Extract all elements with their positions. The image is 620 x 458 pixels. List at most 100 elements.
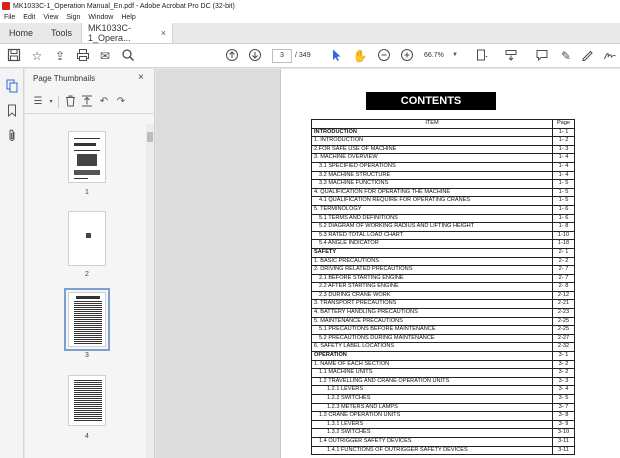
toc-item-page: 3- 2 — [552, 359, 575, 370]
panel-close-icon[interactable]: × — [138, 72, 144, 83]
toc-item-page: 2-32 — [552, 342, 575, 353]
toc-item-page: 3- 5 — [552, 394, 575, 404]
toc-item-title: 5.2 PRECAUTIONS DURING MAINTENANCE — [311, 333, 553, 344]
page-layout-icon[interactable] — [474, 48, 490, 64]
toc-item-page: 2-23 — [552, 308, 575, 318]
toc-item-page: 1-10 — [552, 230, 575, 241]
attachments-paperclip-icon[interactable] — [5, 129, 19, 143]
toolbar-divider — [58, 96, 59, 108]
tab-bar: Home Tools MK1033C-1_Opera... × — [0, 23, 620, 44]
toc-item-title: 3. MACHINE OVERVIEW — [311, 153, 553, 163]
toc-item-title: SAFETY — [311, 247, 553, 258]
rotate-counterclockwise-icon[interactable]: ↶ — [97, 95, 111, 109]
menu-sign[interactable]: Sign — [66, 14, 80, 21]
toc-item-title: INTRODUCTION — [311, 127, 553, 138]
tab-tools[interactable]: Tools — [42, 23, 81, 43]
zoom-dropdown-chevron-icon[interactable]: ▼ — [452, 52, 458, 58]
table-row: 1.2 TRAVELLING AND CRANE OPERATION UNITS… — [311, 376, 575, 387]
toc-item-title: 1.3 CRANE OPERATION UNITS — [311, 411, 553, 421]
table-row: 1.2.1 LEVERS 3- 4 — [311, 385, 575, 395]
page-number-input[interactable]: 3 — [272, 49, 292, 63]
tab-home[interactable]: Home — [0, 23, 42, 43]
thumbnail-label: 1 — [85, 189, 89, 196]
table-row: 5.1 TERMS AND DEFINITIONS 1- 6 — [311, 213, 575, 224]
table-row: 2.2 AFTER STARTING ENGINE 2- 8 — [311, 282, 575, 292]
bookmarks-nav-icon[interactable] — [5, 104, 19, 118]
toc-item-title: 5. TERMINOLOGY — [311, 204, 553, 215]
menu-help[interactable]: Help — [121, 14, 135, 21]
draw-icon[interactable] — [580, 48, 596, 64]
toc-item-title: 5.1 TERMS AND DEFINITIONS — [311, 213, 553, 224]
email-icon[interactable]: ✉ — [97, 48, 113, 64]
upload-icon[interactable]: ⇪ — [52, 48, 68, 64]
delete-page-icon[interactable] — [63, 95, 77, 109]
table-row: 5.4 ANGLE INDICATOR 1-18 — [311, 239, 575, 249]
toc-item-page: 2- 8 — [552, 282, 575, 292]
toc-item-title: 3.1 SPECIFIED OPERATIONS — [311, 161, 553, 172]
options-menu-icon[interactable]: ☰ — [31, 95, 45, 109]
zoom-level-input[interactable]: 66.7% — [424, 49, 452, 63]
extract-pages-icon[interactable] — [80, 95, 94, 109]
table-row: 5.2 DIAGRAM OF WORKING RADIUS AND LIFTIN… — [311, 222, 575, 232]
next-page-icon[interactable] — [247, 48, 263, 64]
toc-item-title: 1. INTRODUCTION — [311, 136, 553, 146]
thumbnail-page-2[interactable] — [68, 211, 106, 266]
thumbnail-scrollbar[interactable] — [146, 124, 154, 458]
toc-item-title: 5.3 RATED TOTAL LOAD CHART — [311, 230, 553, 241]
tab-document[interactable]: MK1033C-1_Opera... × — [81, 23, 174, 43]
document-viewer[interactable]: CONTENTS ITEM Page INTRODUCTION 1- 1 1. IN… — [156, 69, 620, 458]
table-row: 3.2 MACHINE STRUCTURE 1- 4 — [311, 170, 575, 181]
rotate-clockwise-icon[interactable]: ↷ — [114, 95, 128, 109]
select-cursor-icon[interactable] — [328, 48, 344, 64]
toc-item-page: 3-10 — [552, 428, 575, 438]
panel-divider — [25, 113, 155, 114]
menu-file[interactable]: File — [4, 14, 15, 21]
page-thumbnails-nav-icon[interactable] — [5, 79, 19, 93]
scroll-mode-icon[interactable] — [503, 48, 519, 64]
zoom-out-icon[interactable] — [376, 48, 392, 64]
toc-item-page: 2-25 — [552, 325, 575, 335]
toc-item-title: 6. SAFETY LABEL LOCATIONS — [311, 342, 553, 353]
table-row: INTRODUCTION 1- 1 — [311, 127, 575, 138]
thumbnail-page-3[interactable] — [64, 288, 110, 351]
thumbnail-toolbar: ☰ ▾ ↶ ↷ — [31, 95, 131, 109]
thumbnail-page-4[interactable] — [68, 375, 106, 426]
menu-view[interactable]: View — [43, 14, 58, 21]
window-title: MK1033C-1_Operation Manual_En.pdf - Adob… — [13, 2, 235, 10]
toc-item-page: 1- 5 — [552, 179, 575, 189]
menu-bar: File Edit View Sign Window Help — [0, 12, 620, 23]
options-chevron-icon[interactable]: ▾ — [48, 95, 54, 109]
toc-item-title: 1.2.1 LEVERS — [311, 385, 553, 395]
toc-item-page: 1- 5 — [552, 196, 575, 206]
toc-item-title: 1. BASIC PRECAUTIONS — [311, 256, 553, 267]
toc-item-title: 4. QUALIFICATION FOR OPERATING THE MACHI… — [311, 187, 553, 198]
toc-item-page: 1- 5 — [552, 187, 575, 198]
save-icon[interactable] — [6, 48, 22, 64]
search-icon[interactable] — [120, 48, 136, 64]
toc-item-page: 2- 7 — [552, 273, 575, 284]
toc-item-title: 1.2.3 METERS AND LAMPS — [311, 402, 553, 413]
thumbnail-page-1[interactable] — [68, 131, 106, 183]
toc-item-title: 1.3.1 LEVERS — [311, 419, 553, 430]
print-icon[interactable] — [75, 48, 91, 64]
total-pages: 349 — [298, 52, 311, 59]
scrollbar-thumb[interactable] — [147, 132, 153, 142]
tab-close-icon[interactable]: × — [161, 28, 166, 38]
previous-page-icon[interactable] — [224, 48, 240, 64]
menu-edit[interactable]: Edit — [23, 14, 35, 21]
toc-item-page: 1- 8 — [552, 222, 575, 232]
document-page: CONTENTS ITEM Page INTRODUCTION 1- 1 1. IN… — [280, 69, 620, 458]
bookmark-star-icon[interactable]: ☆ — [29, 48, 45, 64]
toc-item-page: 1- 6 — [552, 204, 575, 215]
table-row: OPERATION 3- 1 — [311, 351, 575, 361]
sign-icon[interactable] — [602, 48, 618, 64]
menu-window[interactable]: Window — [88, 14, 113, 21]
page-count: / 349 — [295, 49, 311, 63]
zoom-in-icon[interactable] — [399, 48, 415, 64]
comment-icon[interactable] — [534, 48, 550, 64]
thumbnail-label: 2 — [85, 271, 89, 278]
hand-tool-icon[interactable]: ✋ — [352, 48, 368, 64]
toc-item-page: 3- 4 — [552, 385, 575, 395]
highlight-pen-icon[interactable]: ✎ — [558, 48, 574, 64]
table-row: 3. MACHINE OVERVIEW 1- 4 — [311, 153, 575, 163]
